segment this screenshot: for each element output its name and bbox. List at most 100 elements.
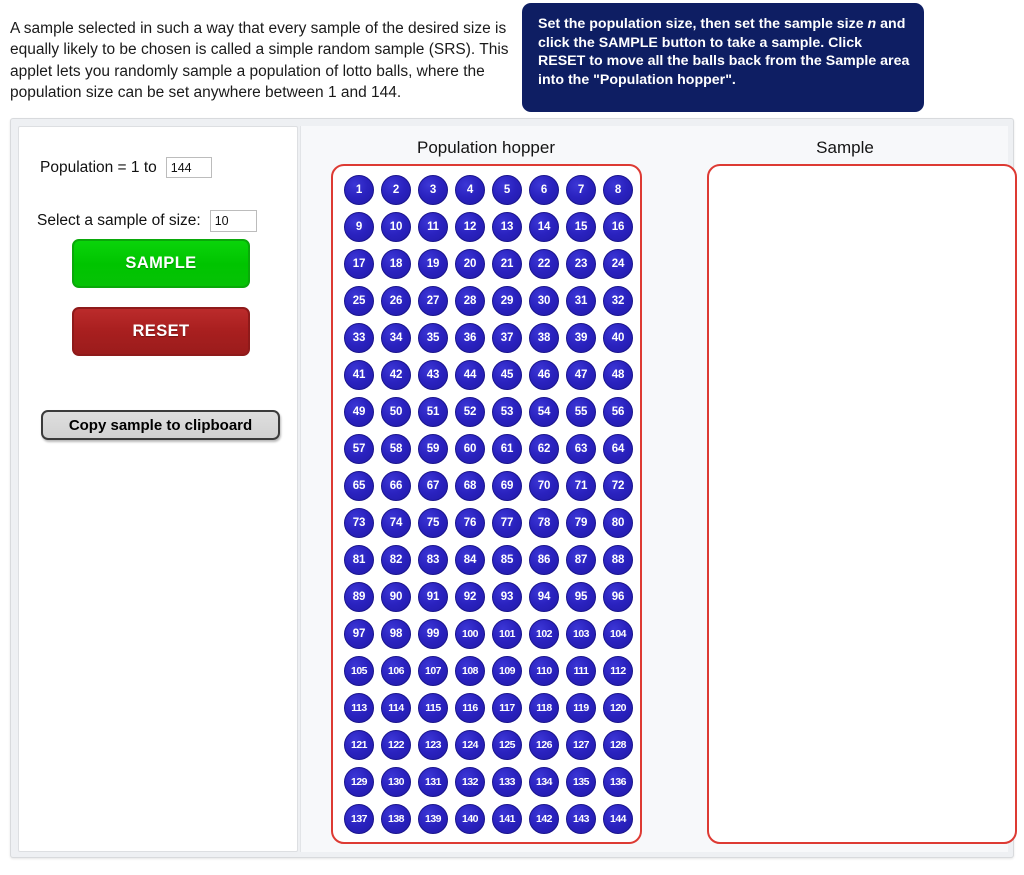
lotto-ball[interactable]: 45 [492, 360, 522, 390]
lotto-ball[interactable]: 37 [492, 323, 522, 353]
lotto-ball[interactable]: 140 [455, 804, 485, 834]
lotto-ball[interactable]: 4 [455, 175, 485, 205]
copy-sample-to-clipboard-button[interactable]: Copy sample to clipboard [41, 410, 280, 440]
lotto-ball[interactable]: 107 [418, 656, 448, 686]
lotto-ball[interactable]: 100 [455, 619, 485, 649]
lotto-ball[interactable]: 123 [418, 730, 448, 760]
lotto-ball[interactable]: 46 [529, 360, 559, 390]
lotto-ball[interactable]: 14 [529, 212, 559, 242]
lotto-ball[interactable]: 85 [492, 545, 522, 575]
lotto-ball[interactable]: 66 [381, 471, 411, 501]
lotto-ball[interactable]: 127 [566, 730, 596, 760]
lotto-ball[interactable]: 89 [344, 582, 374, 612]
lotto-ball[interactable]: 126 [529, 730, 559, 760]
lotto-ball[interactable]: 39 [566, 323, 596, 353]
lotto-ball[interactable]: 106 [381, 656, 411, 686]
lotto-ball[interactable]: 77 [492, 508, 522, 538]
lotto-ball[interactable]: 10 [381, 212, 411, 242]
lotto-ball[interactable]: 27 [418, 286, 448, 316]
lotto-ball[interactable]: 114 [381, 693, 411, 723]
lotto-ball[interactable]: 103 [566, 619, 596, 649]
lotto-ball[interactable]: 143 [566, 804, 596, 834]
lotto-ball[interactable]: 83 [418, 545, 448, 575]
lotto-ball[interactable]: 62 [529, 434, 559, 464]
lotto-ball[interactable]: 70 [529, 471, 559, 501]
lotto-ball[interactable]: 18 [381, 249, 411, 279]
lotto-ball[interactable]: 59 [418, 434, 448, 464]
lotto-ball[interactable]: 19 [418, 249, 448, 279]
lotto-ball[interactable]: 132 [455, 767, 485, 797]
lotto-ball[interactable]: 67 [418, 471, 448, 501]
lotto-ball[interactable]: 20 [455, 249, 485, 279]
lotto-ball[interactable]: 25 [344, 286, 374, 316]
population-hopper-bin[interactable]: 1 2 3 4 5 6 7 8 9 10 11 12 13 14 15 16 17 18 19 20 21 22 23 24 2… [331, 164, 642, 844]
lotto-ball[interactable]: 101 [492, 619, 522, 649]
lotto-ball[interactable]: 110 [529, 656, 559, 686]
lotto-ball[interactable]: 115 [418, 693, 448, 723]
lotto-ball[interactable]: 121 [344, 730, 374, 760]
lotto-ball[interactable]: 52 [455, 397, 485, 427]
lotto-ball[interactable]: 134 [529, 767, 559, 797]
lotto-ball[interactable]: 24 [603, 249, 633, 279]
lotto-ball[interactable]: 65 [344, 471, 374, 501]
lotto-ball[interactable]: 120 [603, 693, 633, 723]
lotto-ball[interactable]: 79 [566, 508, 596, 538]
lotto-ball[interactable]: 76 [455, 508, 485, 538]
lotto-ball[interactable]: 72 [603, 471, 633, 501]
lotto-ball[interactable]: 22 [529, 249, 559, 279]
lotto-ball[interactable]: 92 [455, 582, 485, 612]
lotto-ball[interactable]: 31 [566, 286, 596, 316]
lotto-ball[interactable]: 7 [566, 175, 596, 205]
lotto-ball[interactable]: 102 [529, 619, 559, 649]
lotto-ball[interactable]: 5 [492, 175, 522, 205]
lotto-ball[interactable]: 1 [344, 175, 374, 205]
lotto-ball[interactable]: 80 [603, 508, 633, 538]
reset-button[interactable]: RESET [72, 307, 250, 356]
lotto-ball[interactable]: 71 [566, 471, 596, 501]
lotto-ball[interactable]: 75 [418, 508, 448, 538]
lotto-ball[interactable]: 99 [418, 619, 448, 649]
lotto-ball[interactable]: 9 [344, 212, 374, 242]
lotto-ball[interactable]: 58 [381, 434, 411, 464]
lotto-ball[interactable]: 135 [566, 767, 596, 797]
lotto-ball[interactable]: 105 [344, 656, 374, 686]
lotto-ball[interactable]: 109 [492, 656, 522, 686]
sample-button[interactable]: SAMPLE [72, 239, 250, 288]
lotto-ball[interactable]: 136 [603, 767, 633, 797]
lotto-ball[interactable]: 26 [381, 286, 411, 316]
lotto-ball[interactable]: 74 [381, 508, 411, 538]
lotto-ball[interactable]: 86 [529, 545, 559, 575]
lotto-ball[interactable]: 87 [566, 545, 596, 575]
lotto-ball[interactable]: 116 [455, 693, 485, 723]
lotto-ball[interactable]: 118 [529, 693, 559, 723]
lotto-ball[interactable]: 64 [603, 434, 633, 464]
lotto-ball[interactable]: 112 [603, 656, 633, 686]
lotto-ball[interactable]: 21 [492, 249, 522, 279]
lotto-ball[interactable]: 47 [566, 360, 596, 390]
sample-size-input[interactable] [209, 210, 257, 232]
lotto-ball[interactable]: 98 [381, 619, 411, 649]
sample-bin[interactable] [707, 164, 1017, 844]
lotto-ball[interactable]: 29 [492, 286, 522, 316]
lotto-ball[interactable]: 41 [344, 360, 374, 390]
lotto-ball[interactable]: 119 [566, 693, 596, 723]
lotto-ball[interactable]: 55 [566, 397, 596, 427]
lotto-ball[interactable]: 16 [603, 212, 633, 242]
lotto-ball[interactable]: 88 [603, 545, 633, 575]
lotto-ball[interactable]: 12 [455, 212, 485, 242]
lotto-ball[interactable]: 90 [381, 582, 411, 612]
lotto-ball[interactable]: 93 [492, 582, 522, 612]
lotto-ball[interactable]: 40 [603, 323, 633, 353]
lotto-ball[interactable]: 78 [529, 508, 559, 538]
lotto-ball[interactable]: 124 [455, 730, 485, 760]
lotto-ball[interactable]: 68 [455, 471, 485, 501]
lotto-ball[interactable]: 35 [418, 323, 448, 353]
lotto-ball[interactable]: 111 [566, 656, 596, 686]
lotto-ball[interactable]: 42 [381, 360, 411, 390]
lotto-ball[interactable]: 32 [603, 286, 633, 316]
lotto-ball[interactable]: 51 [418, 397, 448, 427]
lotto-ball[interactable]: 30 [529, 286, 559, 316]
lotto-ball[interactable]: 95 [566, 582, 596, 612]
lotto-ball[interactable]: 125 [492, 730, 522, 760]
lotto-ball[interactable]: 108 [455, 656, 485, 686]
